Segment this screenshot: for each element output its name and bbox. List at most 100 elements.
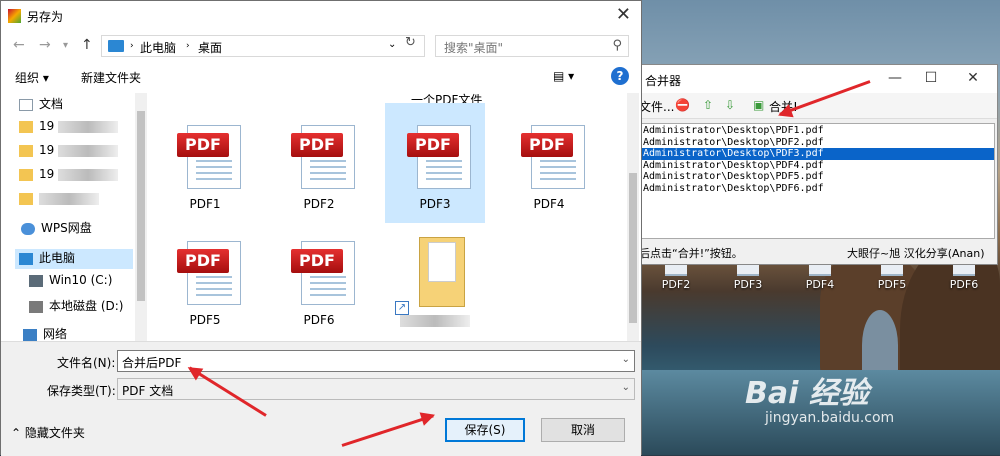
navigation-pane: 文档 19 19 19 WPS网盘 此电脑 Win10 (C:) 本地磁盘 (D… xyxy=(1,93,147,341)
baidu-watermark-url: jingyan.baidu.com xyxy=(765,410,895,426)
file-name: PDF6 xyxy=(303,313,335,327)
cancel-button[interactable]: 取消 xyxy=(541,418,625,442)
refresh-icon[interactable]: ↻ xyxy=(405,35,416,50)
document-icon xyxy=(19,98,33,111)
remove-icon[interactable]: ⛔ xyxy=(675,98,690,112)
chevron-right-icon[interactable]: › xyxy=(186,41,190,51)
chevron-up-icon: ⌃ xyxy=(11,426,25,440)
list-item[interactable]: Administrator\Desktop\PDF4.pdf xyxy=(642,160,994,172)
nav-item-drive-c[interactable]: Win10 (C:) xyxy=(29,273,112,293)
file-name: PDF2 xyxy=(303,197,335,211)
help-icon[interactable]: ? xyxy=(611,67,629,85)
desktop-icon-pdf2[interactable]: PDF2 xyxy=(656,262,696,291)
folder-icon xyxy=(19,192,33,205)
file-item[interactable]: PDF PDF2 xyxy=(269,103,369,223)
cloud-icon xyxy=(21,222,35,235)
merger-titlebar: 合并器 — ☐ ✕ xyxy=(637,65,997,93)
computer-icon xyxy=(19,252,33,265)
drive-icon xyxy=(29,300,43,313)
files-scrollbar[interactable] xyxy=(627,93,639,341)
close-icon[interactable]: ✕ xyxy=(616,4,631,25)
baidu-watermark: Bai 经验 xyxy=(745,376,869,411)
dialog-title: 另存为 xyxy=(27,10,64,24)
filetype-label: 保存类型(T): xyxy=(47,384,116,398)
merger-toolbar: 文件... ⛔ ⇧ ⇩ ▣ 合并! xyxy=(637,93,997,119)
nav-item-folder[interactable]: 19 xyxy=(19,143,119,163)
file-name: PDF4 xyxy=(533,197,565,211)
up-icon[interactable]: ↑ xyxy=(81,37,93,53)
chevron-down-icon[interactable]: ⌄ xyxy=(622,382,630,393)
save-button[interactable]: 保存(S) xyxy=(445,418,525,442)
merger-title: 合并器 xyxy=(645,74,682,88)
nav-item-documents[interactable]: 文档 xyxy=(19,95,63,115)
nav-item-folder[interactable]: 19 xyxy=(19,119,119,139)
breadcrumb-this-pc[interactable]: 此电脑 xyxy=(140,39,176,56)
list-item[interactable]: Administrator\Desktop\PDF5.pdf xyxy=(642,171,994,183)
new-folder-button[interactable]: 新建文件夹 xyxy=(81,69,141,86)
recent-locations-icon[interactable]: ▾ xyxy=(63,40,68,51)
forward-icon[interactable]: → xyxy=(39,37,51,53)
file-item[interactable]: PDF PDF6 xyxy=(269,219,369,339)
pdf-badge: PDF xyxy=(177,249,229,273)
back-icon[interactable]: ← xyxy=(13,37,25,53)
command-bar: 组织 ▾ 新建文件夹 ▤ ▾ ? xyxy=(1,63,641,91)
computer-icon xyxy=(108,40,124,52)
merge-icon[interactable]: ▣ xyxy=(753,98,764,112)
list-item[interactable]: Administrator\Desktop\PDF1.pdf xyxy=(642,125,994,137)
desktop-icon-pdf5[interactable]: PDF5 xyxy=(872,262,912,291)
folder-shortcut-item[interactable]: ↗ xyxy=(385,219,485,339)
nav-scrollbar[interactable] xyxy=(135,93,147,341)
pdf-badge: PDF xyxy=(291,133,343,157)
list-item[interactable]: Administrator\Desktop\PDF6.pdf xyxy=(642,183,994,195)
drive-icon xyxy=(29,274,43,287)
save-as-dialog: 另存为 ✕ ← → ▾ ↑ › 此电脑 › 桌面 ⌄ ↻ 搜索"桌面" ⚲ 组织… xyxy=(0,0,642,456)
list-item[interactable]: Administrator\Desktop\PDF2.pdf xyxy=(642,137,994,149)
search-input[interactable]: 搜索"桌面" ⚲ xyxy=(435,35,629,57)
file-menu[interactable]: 文件... xyxy=(639,98,674,115)
close-icon[interactable]: ✕ xyxy=(963,70,983,86)
chevron-down-icon[interactable]: ⌄ xyxy=(622,354,630,365)
folder-icon xyxy=(19,144,33,157)
file-name: PDF3 xyxy=(419,197,451,211)
desktop-icon-pdf4[interactable]: PDF4 xyxy=(800,262,840,291)
network-icon xyxy=(23,328,37,341)
desktop-icon-pdf6[interactable]: PDF6 xyxy=(944,262,984,291)
file-item[interactable]: PDF PDF5 xyxy=(155,219,255,339)
file-item[interactable]: PDF PDF1 xyxy=(155,103,255,223)
search-icon: ⚲ xyxy=(612,38,622,53)
file-name: PDF5 xyxy=(189,313,221,327)
organize-menu[interactable]: 组织 ▾ xyxy=(15,69,49,86)
hide-folders-toggle[interactable]: ⌃ 隐藏文件夹 xyxy=(11,424,85,441)
app-logo-icon xyxy=(8,9,21,23)
view-options-icon[interactable]: ▤ ▾ xyxy=(553,69,574,83)
maximize-icon[interactable]: ☐ xyxy=(921,70,941,86)
minimize-icon[interactable]: — xyxy=(885,70,905,86)
chevron-right-icon[interactable]: › xyxy=(130,41,134,51)
address-bar[interactable]: › 此电脑 › 桌面 ⌄ xyxy=(101,35,425,57)
dialog-titlebar: 另存为 ✕ xyxy=(1,1,641,31)
nav-item-folder[interactable]: 19 xyxy=(19,167,119,187)
nav-item-wps[interactable]: WPS网盘 xyxy=(21,219,92,239)
nav-item-drive-d[interactable]: 本地磁盘 (D:) xyxy=(29,297,123,317)
filetype-select[interactable]: PDF 文档 ⌄ xyxy=(117,378,635,400)
nav-item-this-pc[interactable]: 此电脑 xyxy=(15,249,133,269)
move-down-icon[interactable]: ⇩ xyxy=(725,98,735,112)
file-name: PDF1 xyxy=(189,197,221,211)
desktop-icon-pdf3[interactable]: PDF3 xyxy=(728,262,768,291)
credit-text: 大眼仔~旭 汉化分享(Anan) xyxy=(847,247,985,260)
chevron-down-icon[interactable]: ⌄ xyxy=(388,39,396,50)
pdf-badge: PDF xyxy=(521,133,573,157)
save-options-panel: 文件名(N): 合并后PDF ⌄ 保存类型(T): PDF 文档 ⌄ 保存(S)… xyxy=(1,341,641,456)
file-item[interactable]: PDF PDF4 xyxy=(499,103,599,223)
nav-item-folder[interactable] xyxy=(19,191,99,211)
breadcrumb-desktop[interactable]: 桌面 xyxy=(198,39,222,56)
file-grid: PDF PDF1 PDF PDF2 PDF PDF3 PDF PDF4 PDF PDF5 PDF PD… xyxy=(149,93,627,341)
move-up-icon[interactable]: ⇧ xyxy=(703,98,713,112)
filename-label: 文件名(N): xyxy=(57,356,116,370)
file-list[interactable]: Administrator\Desktop\PDF1.pdf Administra… xyxy=(641,123,995,239)
navigation-bar: ← → ▾ ↑ › 此电脑 › 桌面 ⌄ ↻ 搜索"桌面" ⚲ xyxy=(1,31,641,61)
list-item[interactable]: Administrator\Desktop\PDF3.pdf xyxy=(642,148,994,160)
file-item[interactable]: PDF PDF3 xyxy=(385,103,485,223)
pdf-badge: PDF xyxy=(407,133,459,157)
merger-window: 合并器 — ☐ ✕ 文件... ⛔ ⇧ ⇩ ▣ 合并! Administrato… xyxy=(636,64,998,265)
